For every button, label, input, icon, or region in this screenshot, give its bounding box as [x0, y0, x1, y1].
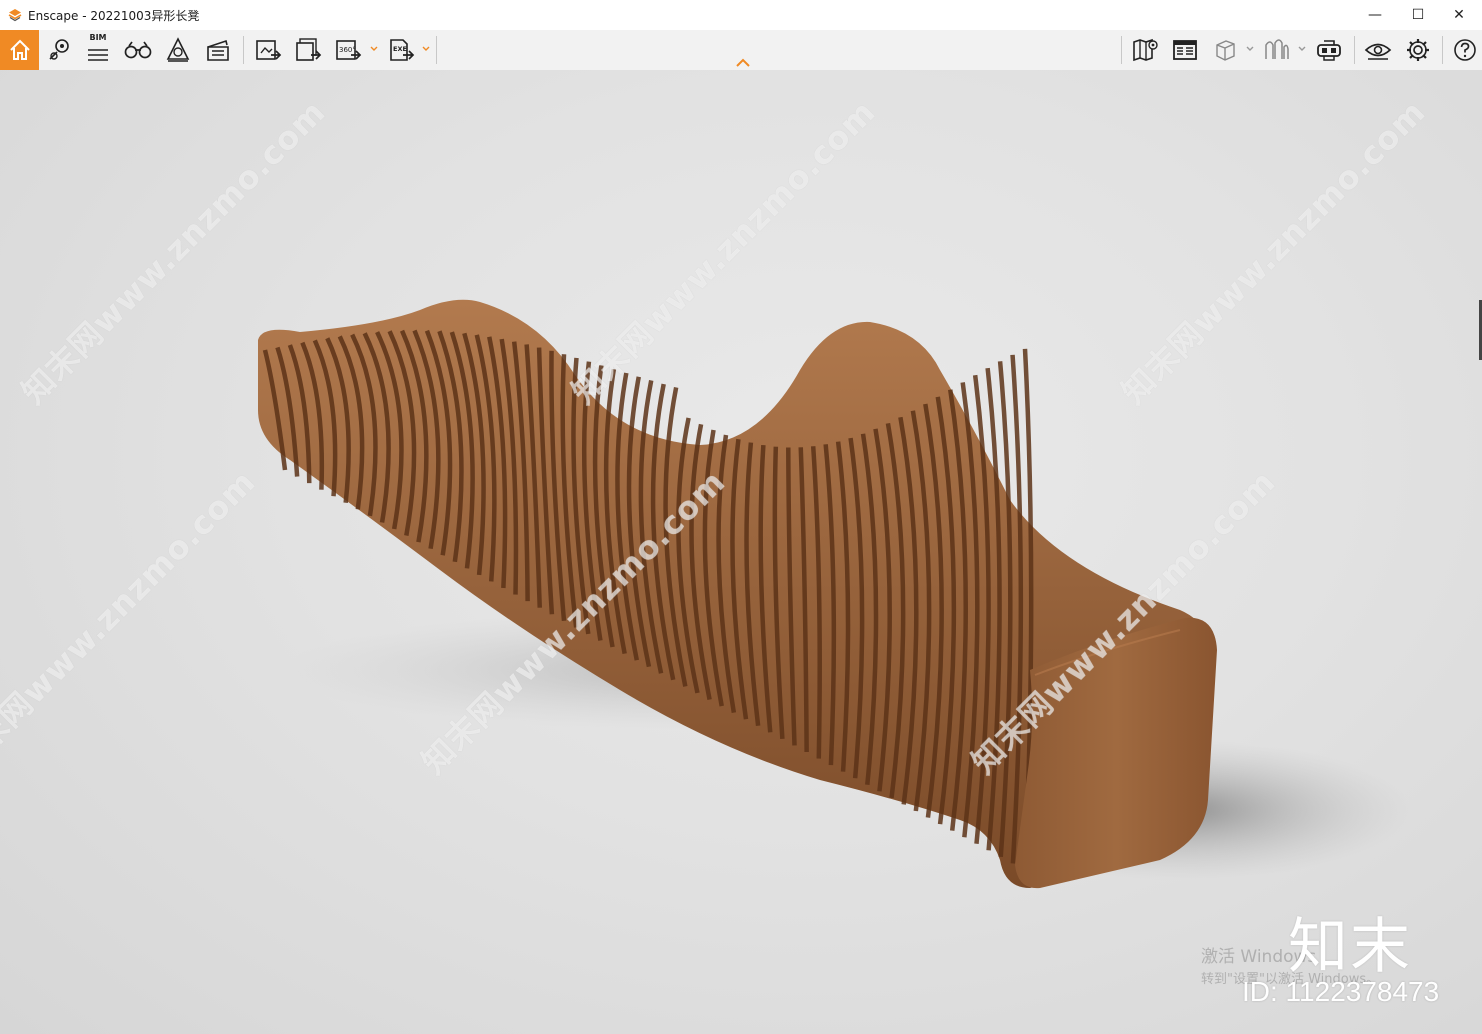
render-image-icon: [254, 37, 282, 63]
cube-icon: [1212, 37, 1238, 63]
bim-button[interactable]: BIM: [79, 30, 117, 70]
collapse-toolbar-chevron-up-icon[interactable]: [734, 54, 752, 68]
sketch-dropdown-icon[interactable]: [1297, 44, 1307, 54]
toolbar-separator: [436, 36, 437, 64]
visual-settings-button[interactable]: [1359, 30, 1397, 70]
asset-library-button[interactable]: [159, 30, 197, 70]
toolbar-separator: [1354, 36, 1355, 64]
views-manager-icon: [1171, 38, 1199, 62]
panorama-button[interactable]: 360°: [329, 30, 367, 70]
maximize-button[interactable]: ☐: [1395, 0, 1441, 30]
close-button[interactable]: ✕: [1436, 0, 1482, 30]
views-manager-button[interactable]: [1166, 30, 1204, 70]
export-dropdown-icon[interactable]: [421, 44, 431, 54]
asset-id-label: ID: 1122378473: [1242, 976, 1440, 1007]
minimize-icon: —: [1368, 7, 1382, 23]
binoculars-button[interactable]: [119, 30, 157, 70]
toolbar-separator: [1121, 36, 1122, 64]
map-icon: [1131, 37, 1159, 63]
binoculars-icon: [124, 39, 152, 61]
home-button[interactable]: [0, 30, 39, 70]
location-button[interactable]: [40, 30, 78, 70]
enscape-logo-icon: [7, 7, 23, 23]
gear-icon: [1405, 37, 1431, 63]
toolbar-separator: [1442, 36, 1443, 64]
bim-label: BIM: [89, 33, 107, 42]
asset-library-icon: [165, 37, 191, 63]
home-icon: [8, 38, 32, 62]
export-exe-button[interactable]: EXE: [382, 30, 420, 70]
bim-icon: [86, 47, 110, 63]
window-title: Enscape - 20221003异形长凳: [28, 8, 200, 23]
exe-label: EXE: [393, 45, 407, 53]
map-pin-icon: [46, 37, 72, 63]
panorama-dropdown-icon[interactable]: [369, 44, 379, 54]
panorama-label: 360°: [339, 46, 356, 54]
cube-button[interactable]: [1206, 30, 1244, 70]
settings-button[interactable]: [1399, 30, 1437, 70]
help-icon: [1452, 37, 1478, 63]
minimize-button[interactable]: —: [1352, 0, 1398, 30]
close-icon: ✕: [1453, 7, 1465, 23]
vr-headset-button[interactable]: [1310, 30, 1348, 70]
sketch-mode-icon: [1262, 37, 1290, 63]
eye-icon: [1364, 38, 1392, 62]
maximize-icon: ☐: [1411, 7, 1425, 23]
batch-render-icon: [294, 37, 322, 63]
export-exe-icon: EXE: [387, 37, 415, 63]
help-button[interactable]: [1446, 30, 1482, 70]
batch-render-button[interactable]: [289, 30, 327, 70]
render-image-button[interactable]: [249, 30, 287, 70]
map-button[interactable]: [1126, 30, 1164, 70]
cube-dropdown-icon[interactable]: [1245, 44, 1255, 54]
panorama-icon: 360°: [334, 37, 362, 63]
sketch-mode-button[interactable]: [1257, 30, 1295, 70]
vr-headset-icon: [1315, 37, 1343, 63]
brand-logo-text: 知末: [1288, 912, 1412, 982]
clapperboard-icon: [205, 38, 231, 62]
toolbar-separator: [243, 36, 244, 64]
video-editor-button[interactable]: [199, 30, 237, 70]
title-bar: Enscape - 20221003异形长凳 — ☐ ✕: [0, 0, 1482, 30]
render-viewport[interactable]: 知末网www.znzmo.com 知末网www.znzmo.com 知末网www…: [0, 70, 1482, 1034]
